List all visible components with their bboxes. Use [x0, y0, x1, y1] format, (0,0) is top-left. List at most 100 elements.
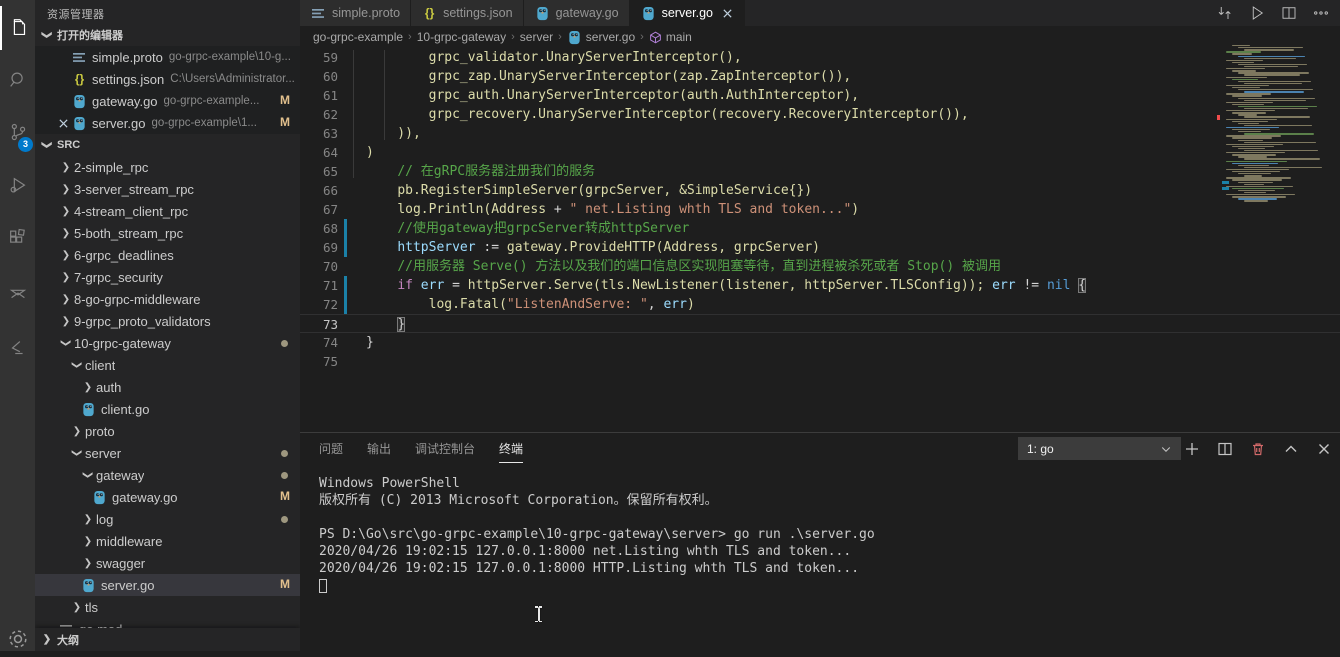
extensions-view-button[interactable]	[0, 216, 35, 260]
tab-server-go[interactable]: server.go	[630, 0, 745, 26]
tree-file-gateway-go[interactable]: gateway.goM	[35, 486, 300, 508]
close-icon[interactable]	[57, 117, 70, 130]
breadcrumb-separator: ›	[638, 31, 646, 43]
code-text: httpServer := gateway.ProvideHTTP(Addres…	[366, 238, 820, 257]
minimap[interactable]	[1222, 45, 1336, 205]
tree-folder-6-grpc-deadlines[interactable]: ❯6-grpc_deadlines	[35, 244, 300, 266]
open-editor-item[interactable]: simple.protogo-grpc-example\10-g...	[35, 46, 300, 68]
tree-file-client-go[interactable]: client.go	[35, 398, 300, 420]
open-editor-item[interactable]: {}settings.jsonC:\Users\Administrator...	[35, 68, 300, 90]
panel-tab-调试控制台[interactable]: 调试控制台	[415, 440, 475, 463]
chevron-right-icon: ❯	[58, 313, 74, 329]
breadcrumb-item[interactable]: main	[649, 30, 692, 44]
open-editor-item[interactable]: gateway.gogo-grpc-example...M	[35, 90, 300, 112]
run-debug-view-button[interactable]	[0, 164, 35, 208]
explorer-view-button[interactable]	[0, 6, 35, 50]
modified-badge: M	[280, 115, 290, 129]
minimap-line	[1232, 62, 1254, 63]
extension-a-view-button[interactable]	[0, 272, 35, 316]
outline-section-header[interactable]: ❯ 大纲	[35, 628, 300, 651]
explorer-tree: ❯2-simple_rpc❯3-server_stream_rpc❯4-stre…	[35, 156, 300, 640]
code-text: log.Println(Address + " net.Listing whth…	[366, 200, 859, 219]
go-file-icon	[72, 116, 87, 131]
tree-folder-4-stream-client-rpc[interactable]: ❯4-stream_client_rpc	[35, 200, 300, 222]
editor-actions	[1216, 0, 1340, 26]
tab-simple-proto[interactable]: simple.proto	[300, 0, 411, 26]
file-name: server.go	[92, 116, 145, 131]
code-line-70: 70 //用服务器 Serve() 方法以及我们的端口信息区实现阻塞等待，直到进…	[300, 257, 1340, 276]
source-control-view-button[interactable]: 3	[0, 110, 35, 154]
split-terminal-icon[interactable]	[1217, 441, 1233, 457]
tree-folder-server[interactable]: ❯server	[35, 442, 300, 464]
tree-folder-client[interactable]: ❯client	[35, 354, 300, 376]
extension-b-view-button[interactable]	[0, 326, 35, 370]
code-text: //使用gateway把grpcServer转成httpServer	[366, 219, 689, 238]
minimap-line	[1238, 165, 1269, 166]
tree-folder-10-grpc-gateway[interactable]: ❯10-grpc-gateway	[35, 332, 300, 354]
minimap-line	[1226, 60, 1263, 61]
minimap-line	[1244, 125, 1312, 126]
code-line-69: 69 httpServer := gateway.ProvideHTTP(Add…	[300, 238, 1340, 257]
search-icon	[7, 69, 29, 91]
tab-close-button[interactable]	[721, 7, 734, 20]
open-editors-header[interactable]: ❯ 打开的编辑器	[35, 24, 300, 46]
code-text: grpc_auth.UnaryServerInterceptor(auth.Au…	[366, 86, 859, 105]
maximize-panel-icon[interactable]	[1283, 441, 1299, 457]
tree-folder-auth[interactable]: ❯auth	[35, 376, 300, 398]
code-line-71: 71 if err = httpServer.Serve(tls.NewList…	[300, 276, 1340, 295]
line-number: 66	[300, 181, 338, 200]
chevron-right-icon: ❯	[80, 379, 96, 395]
settings-button[interactable]	[5, 626, 31, 657]
breadcrumb-item[interactable]: server	[520, 30, 553, 44]
tree-folder-log[interactable]: ❯log	[35, 508, 300, 530]
line-number: 63	[300, 124, 338, 143]
tree-item-label: swagger	[96, 556, 145, 571]
line-number: 71	[300, 276, 338, 295]
terminal-select[interactable]: 1: go	[1018, 437, 1181, 460]
code-line-72: 72 log.Fatal("ListenAndServe: ", err)	[300, 295, 1340, 314]
go-file-icon	[72, 94, 87, 109]
more-actions-icon[interactable]	[1312, 4, 1330, 22]
close-icon[interactable]	[721, 7, 734, 20]
tree-folder-swagger[interactable]: ❯swagger	[35, 552, 300, 574]
panel-tab-问题[interactable]: 问题	[319, 440, 343, 463]
tree-file-server-go[interactable]: server.goM	[35, 574, 300, 596]
tree-folder-9-grpc-proto-validators[interactable]: ❯9-grpc_proto_validators	[35, 310, 300, 332]
tree-folder-8-go-grpc-middleware[interactable]: ❯8-go-grpc-middleware	[35, 288, 300, 310]
open-editor-item[interactable]: server.gogo-grpc-example\1...M	[35, 112, 300, 134]
tree-folder-5-both-stream-rpc[interactable]: ❯5-both_stream_rpc	[35, 222, 300, 244]
panel-tab-输出[interactable]: 输出	[367, 440, 391, 463]
close-panel-icon[interactable]	[1316, 441, 1332, 457]
close-icon-slot[interactable]	[55, 115, 71, 131]
search-view-button[interactable]	[0, 58, 35, 102]
terminal-line: Windows PowerShell	[319, 475, 1319, 492]
tree-folder-middleware[interactable]: ❯middleware	[35, 530, 300, 552]
tab-settings-json[interactable]: {}settings.json	[411, 0, 523, 26]
tree-item-label: 3-server_stream_rpc	[74, 182, 194, 197]
tree-folder-proto[interactable]: ❯proto	[35, 420, 300, 442]
new-terminal-icon[interactable]	[1184, 441, 1200, 457]
split-editor-icon[interactable]	[1280, 4, 1298, 22]
breadcrumb-item[interactable]: go-grpc-example	[313, 30, 403, 44]
tree-folder-3-server-stream-rpc[interactable]: ❯3-server_stream_rpc	[35, 178, 300, 200]
tab-gateway-go[interactable]: gateway.go	[524, 0, 630, 26]
src-section-header[interactable]: ❯ SRC	[35, 134, 300, 156]
tree-folder-2-simple-rpc[interactable]: ❯2-simple_rpc	[35, 156, 300, 178]
go-file-icon	[92, 490, 107, 505]
tree-folder-7-grpc-security[interactable]: ❯7-grpc_security	[35, 266, 300, 288]
run-icon[interactable]	[1248, 4, 1266, 22]
open-changes-icon[interactable]	[1216, 4, 1234, 22]
terminal-output[interactable]: Windows PowerShell版权所有 (C) 2013 Microsof…	[319, 475, 1319, 645]
tab-bar: simple.proto{}settings.jsongateway.goser…	[300, 0, 1340, 26]
tree-folder-tls[interactable]: ❯tls	[35, 596, 300, 618]
breadcrumb-item[interactable]: 10-grpc-gateway	[417, 30, 506, 44]
tree-item-label: 4-stream_client_rpc	[74, 204, 188, 219]
panel-tab-终端[interactable]: 终端	[499, 440, 523, 463]
empty-slot	[55, 49, 71, 65]
code-editor[interactable]: 59 grpc_validator.UnaryServerInterceptor…	[300, 48, 1340, 432]
minimap-line	[1232, 53, 1252, 54]
kill-terminal-icon[interactable]	[1250, 441, 1266, 457]
symbol-module-icon	[649, 31, 662, 44]
breadcrumb-item[interactable]: server.go	[567, 30, 635, 45]
tree-folder-gateway[interactable]: ❯gateway	[35, 464, 300, 486]
